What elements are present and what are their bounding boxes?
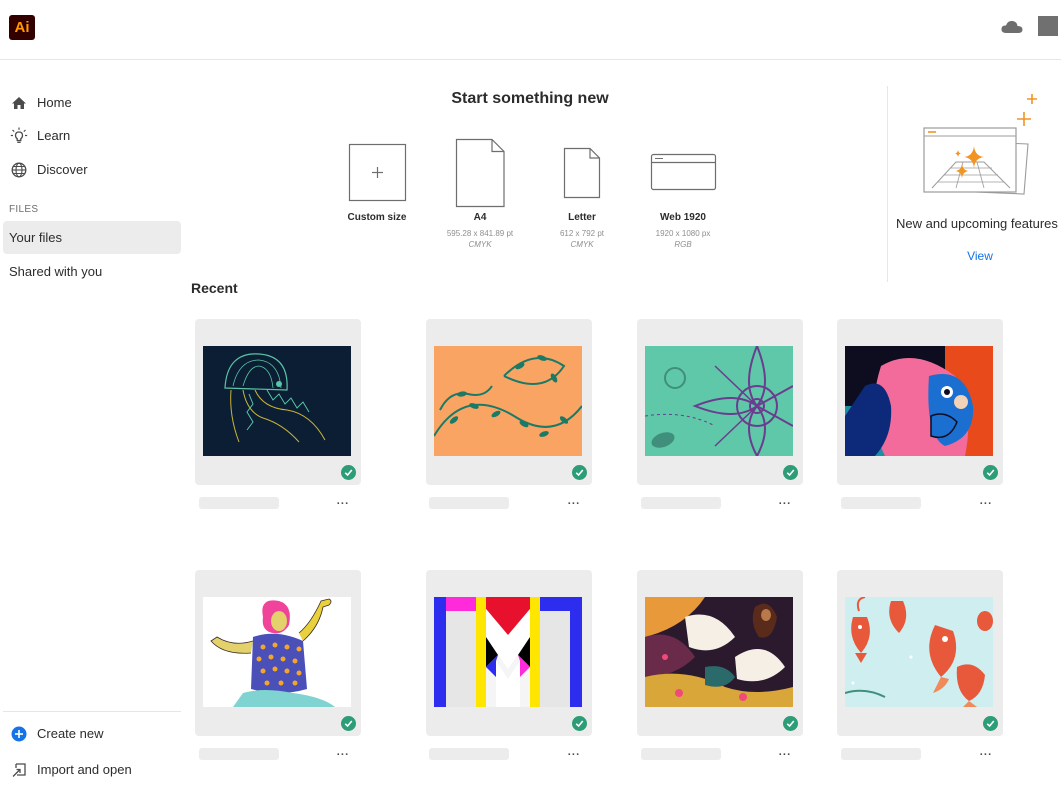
file-name-placeholder — [841, 497, 921, 509]
lightbulb-icon — [10, 127, 28, 145]
preset-a4[interactable]: A4 595.28 x 841.89 pt CMYK — [430, 138, 530, 249]
more-options-button[interactable]: ··· — [564, 750, 584, 763]
file-thumbnail-letter-m — [434, 597, 582, 707]
recent-file-card[interactable] — [195, 319, 361, 485]
file-thumbnail-dancing-woman — [203, 597, 351, 707]
features-view-link[interactable]: View — [940, 249, 1020, 263]
file-thumbnail-orange-vine — [434, 346, 582, 456]
sidebar-item-label: Learn — [37, 128, 71, 143]
recent-file-card[interactable] — [637, 570, 803, 736]
preset-name: Custom size — [347, 212, 407, 223]
file-name-placeholder — [199, 748, 279, 760]
top-bar: Ai — [0, 0, 1061, 60]
file-thumbnail-swans-woman — [645, 597, 793, 707]
sidebar-item-label: Shared with you — [9, 264, 103, 279]
sidebar-item-shared-with-you[interactable]: Shared with you — [3, 255, 181, 288]
synced-check-icon — [341, 716, 356, 731]
recent-file-card[interactable] — [426, 319, 592, 485]
preset-web-1920[interactable]: Web 1920 1920 x 1080 px RGB — [633, 138, 733, 249]
avatar[interactable] — [1038, 16, 1058, 36]
file-thumbnail-teal-geometric — [645, 346, 793, 456]
file-name-placeholder — [199, 497, 279, 509]
sidebar-item-your-files[interactable]: Your files — [3, 221, 181, 254]
preset-letter[interactable]: Letter 612 x 792 pt CMYK — [532, 138, 632, 249]
file-thumbnail-pink-face — [845, 346, 993, 456]
custom-size-icon — [348, 143, 407, 202]
synced-check-icon — [572, 716, 587, 731]
import-and-open-button[interactable]: Import and open — [3, 753, 181, 786]
file-name-placeholder — [429, 748, 509, 760]
more-options-button[interactable]: ··· — [976, 499, 996, 512]
file-name-placeholder — [641, 497, 721, 509]
more-options-button[interactable]: ··· — [564, 499, 584, 512]
recent-file-card[interactable] — [426, 570, 592, 736]
import-icon — [10, 761, 28, 779]
synced-check-icon — [783, 465, 798, 480]
file-name-placeholder — [641, 748, 721, 760]
create-new-label: Create new — [37, 726, 104, 741]
preset-color-mode: CMYK — [468, 240, 492, 249]
file-name-placeholder — [429, 497, 509, 509]
create-new-button[interactable]: Create new — [3, 717, 181, 750]
recent-file-card[interactable] — [637, 319, 803, 485]
sidebar-item-label: Home — [37, 95, 72, 110]
import-and-open-label: Import and open — [37, 762, 132, 777]
sidebar-item-label: Your files — [9, 230, 62, 245]
home-icon — [10, 94, 28, 112]
sidebar-divider — [3, 711, 181, 712]
preset-color-mode: CMYK — [570, 240, 594, 249]
more-options-button[interactable]: ··· — [333, 750, 353, 763]
document-icon — [455, 138, 505, 208]
more-options-button[interactable]: ··· — [775, 499, 795, 512]
preset-name: A4 — [473, 212, 487, 223]
preset-custom-size[interactable]: Custom size — [327, 138, 427, 229]
file-thumbnail-koi-fish — [845, 597, 993, 707]
new-features-illustration — [923, 94, 1037, 195]
preset-dimensions: 612 x 792 pt — [559, 229, 605, 238]
synced-check-icon — [983, 716, 998, 731]
preset-name: Letter — [568, 212, 596, 223]
recent-file-card[interactable] — [195, 570, 361, 736]
recent-file-card[interactable] — [837, 319, 1003, 485]
more-options-button[interactable]: ··· — [976, 750, 996, 763]
sidebar-item-learn[interactable]: Learn — [3, 119, 181, 152]
file-name-placeholder — [841, 748, 921, 760]
browser-window-icon — [650, 153, 717, 191]
features-divider — [887, 86, 888, 282]
recent-section-title: Recent — [191, 280, 238, 296]
features-title: New and upcoming features — [896, 216, 1058, 231]
sidebar-item-label: Discover — [37, 162, 88, 177]
preset-name: Web 1920 — [660, 212, 706, 223]
synced-check-icon — [572, 465, 587, 480]
preset-dimensions: 595.28 x 841.89 pt — [446, 229, 514, 238]
more-options-button[interactable]: ··· — [775, 750, 795, 763]
files-section-label: FILES — [9, 204, 39, 215]
more-options-button[interactable]: ··· — [333, 499, 353, 512]
file-thumbnail-jellyfish — [203, 346, 351, 456]
cloud-sync-icon[interactable] — [1000, 18, 1024, 36]
start-section-title: Start something new — [451, 90, 609, 107]
preset-dimensions: 1920 x 1080 px — [655, 229, 711, 238]
plus-circle-icon — [10, 725, 28, 743]
synced-check-icon — [783, 716, 798, 731]
sidebar-item-discover[interactable]: Discover — [3, 153, 181, 186]
preset-color-mode: RGB — [674, 240, 692, 249]
synced-check-icon — [983, 465, 998, 480]
globe-icon — [10, 161, 28, 179]
recent-file-card[interactable] — [837, 570, 1003, 736]
illustrator-logo[interactable]: Ai — [9, 15, 35, 40]
sidebar-item-home[interactable]: Home — [3, 86, 181, 119]
synced-check-icon — [341, 465, 356, 480]
document-icon — [563, 147, 601, 199]
